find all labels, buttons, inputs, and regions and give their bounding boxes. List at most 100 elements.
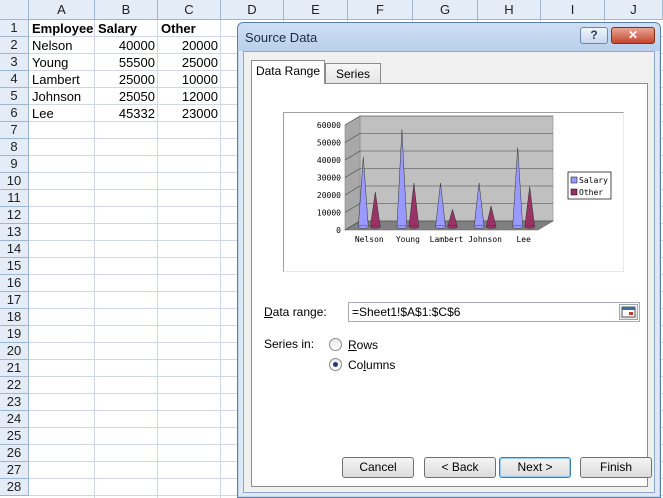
x-tick-label: Young — [396, 235, 420, 244]
cone-base — [524, 225, 535, 229]
y-tick-label: 60000 — [317, 121, 341, 130]
cone-base — [485, 225, 497, 229]
legend-swatch-salary — [570, 176, 578, 184]
y-tick-label: 50000 — [317, 139, 341, 148]
row-header-14[interactable]: 14 — [0, 241, 29, 258]
cell-B1[interactable]: Salary — [95, 20, 157, 37]
column-header-B[interactable]: B — [95, 0, 158, 20]
cell-B4[interactable]: 25000 — [95, 71, 157, 88]
y-tick-label: 40000 — [317, 156, 341, 165]
cell-B5[interactable]: 25050 — [95, 88, 157, 105]
legend-swatch-other — [570, 188, 578, 196]
cell-B2[interactable]: 40000 — [95, 37, 157, 54]
column-header-H[interactable]: H — [478, 0, 541, 20]
dialog-client: Data Range Series 0 10000 20000 30000 40000 5… — [243, 51, 655, 493]
row-header-24[interactable]: 24 — [0, 411, 29, 428]
collapse-dialog-button[interactable] — [619, 304, 638, 320]
y-tick-label: 20000 — [317, 191, 341, 200]
row-header-5[interactable]: 5 — [0, 88, 29, 105]
rows-label-rest: ows — [356, 338, 379, 352]
cell-B6[interactable]: 45332 — [95, 105, 157, 122]
cell-A6[interactable]: Lee — [29, 105, 94, 122]
row-header-16[interactable]: 16 — [0, 275, 29, 292]
row-header-28[interactable]: 28 — [0, 479, 29, 496]
row-header-21[interactable]: 21 — [0, 360, 29, 377]
x-tick-label: Lambert — [430, 235, 464, 244]
radio-rows[interactable] — [329, 338, 342, 351]
cone-base — [370, 225, 381, 229]
column-header-A[interactable]: A — [29, 0, 95, 20]
cone-base — [447, 225, 458, 229]
cell-A2[interactable]: Nelson — [29, 37, 94, 54]
data-range-label-rest: ata range: — [272, 305, 327, 319]
row-header-17[interactable]: 17 — [0, 292, 29, 309]
back-button[interactable]: < Back — [424, 457, 496, 478]
tab-series[interactable]: Series — [325, 63, 381, 85]
row-header-26[interactable]: 26 — [0, 445, 29, 462]
help-button[interactable]: ? — [580, 27, 608, 44]
cone-base — [396, 225, 408, 229]
column-header-D[interactable]: D — [221, 0, 284, 20]
column-header-C[interactable]: C — [158, 0, 221, 20]
row-header-9[interactable]: 9 — [0, 156, 29, 173]
cell-C1[interactable]: Other — [158, 20, 220, 37]
cell-A5[interactable]: Johnson — [29, 88, 94, 105]
row-header-2[interactable]: 2 — [0, 37, 29, 54]
cell-C6[interactable]: 23000 — [158, 105, 220, 122]
row-header-7[interactable]: 7 — [0, 122, 29, 139]
cell-A3[interactable]: Young — [29, 54, 94, 71]
cell-C5[interactable]: 12000 — [158, 88, 220, 105]
row-header-13[interactable]: 13 — [0, 224, 29, 241]
columns-label-first: Co — [348, 358, 364, 372]
row-header-1[interactable]: 1 — [0, 20, 29, 37]
legend-label-salary: Salary — [579, 176, 608, 185]
column-header-J[interactable]: J — [605, 0, 663, 20]
row-header-4[interactable]: 4 — [0, 71, 29, 88]
select-all-corner[interactable] — [0, 0, 29, 20]
row-header-27[interactable]: 27 — [0, 462, 29, 479]
row-header-3[interactable]: 3 — [0, 54, 29, 71]
column-header-G[interactable]: G — [413, 0, 478, 20]
separator — [262, 290, 640, 291]
row-header-8[interactable]: 8 — [0, 139, 29, 156]
row-header-22[interactable]: 22 — [0, 377, 29, 394]
cell-C3[interactable]: 25000 — [158, 54, 220, 71]
row-header-18[interactable]: 18 — [0, 309, 29, 326]
row-header-20[interactable]: 20 — [0, 343, 29, 360]
cell-A1[interactable]: Employee — [29, 20, 94, 37]
cell-C4[interactable]: 10000 — [158, 71, 220, 88]
row-header-10[interactable]: 10 — [0, 173, 29, 190]
column-header-I[interactable]: I — [541, 0, 605, 20]
cone-base — [408, 225, 420, 229]
row-header-23[interactable]: 23 — [0, 394, 29, 411]
data-range-label-d: D — [264, 305, 273, 319]
gridline — [220, 20, 221, 498]
tab-panel-data-range: 0 10000 20000 30000 40000 50000 60000 Nelson You… — [251, 83, 648, 487]
row-header-19[interactable]: 19 — [0, 326, 29, 343]
radio-columns[interactable] — [329, 358, 342, 371]
rows-label-first: R — [348, 338, 357, 352]
y-tick-label: 10000 — [317, 209, 341, 218]
column-header-E[interactable]: E — [284, 0, 348, 20]
close-button[interactable]: ✕ — [611, 27, 655, 44]
radio-rows-label[interactable]: Rows — [348, 338, 378, 352]
row-header-12[interactable]: 12 — [0, 207, 29, 224]
series-in-label: Series in: — [264, 337, 315, 351]
radio-columns-label[interactable]: Columns — [348, 358, 395, 372]
dialog-titlebar[interactable]: Source Data ? ✕ — [238, 23, 660, 51]
cell-A4[interactable]: Lambert — [29, 71, 94, 88]
data-range-input[interactable]: =Sheet1!$A$1:$C$6 — [348, 302, 640, 322]
cell-C2[interactable]: 20000 — [158, 37, 220, 54]
legend-label-other: Other — [579, 188, 603, 197]
cone-base — [512, 225, 523, 229]
cancel-button[interactable]: Cancel — [342, 457, 414, 478]
next-button[interactable]: Next > — [499, 457, 571, 478]
row-header-11[interactable]: 11 — [0, 190, 29, 207]
finish-button[interactable]: Finish — [580, 457, 652, 478]
column-header-F[interactable]: F — [348, 0, 413, 20]
row-header-15[interactable]: 15 — [0, 258, 29, 275]
cell-B3[interactable]: 55500 — [95, 54, 157, 71]
row-header-25[interactable]: 25 — [0, 428, 29, 445]
tab-data-range[interactable]: Data Range — [251, 60, 325, 84]
row-header-6[interactable]: 6 — [0, 105, 29, 122]
